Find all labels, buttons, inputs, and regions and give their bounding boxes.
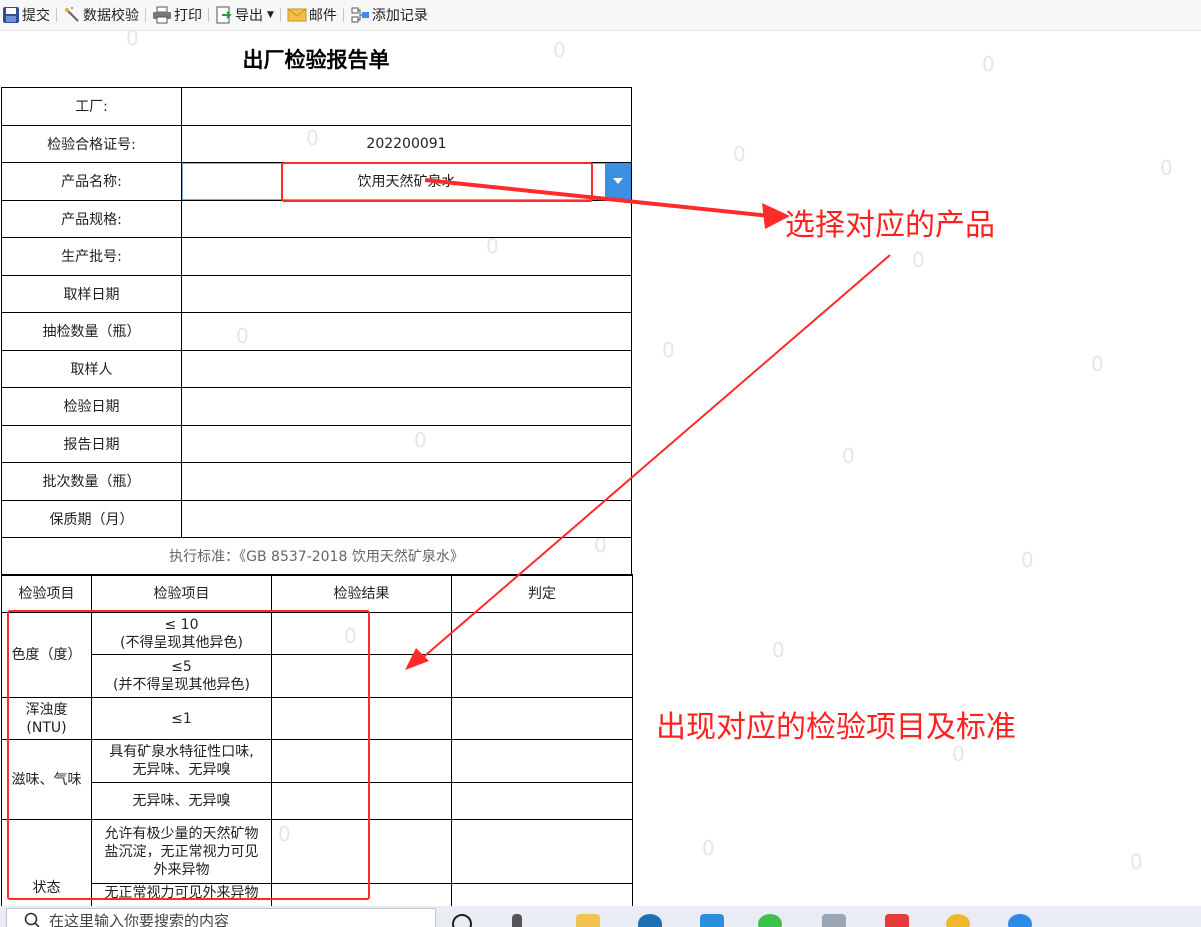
arrow-to-inspection-items (419, 254, 891, 661)
store-icon[interactable] (700, 914, 724, 927)
search-icon (24, 912, 40, 927)
wps-icon[interactable] (885, 914, 909, 927)
arrow-head-icon (405, 648, 429, 670)
annotation-select-product: 选择对应的产品 (785, 208, 995, 243)
wechat-icon[interactable] (758, 914, 782, 927)
taskbar: 在这里输入你要搜索的内容 (0, 906, 1201, 927)
task-view-icon[interactable] (452, 914, 472, 927)
app-icon[interactable] (822, 914, 846, 927)
widgets-icon[interactable] (512, 914, 522, 927)
edge-icon[interactable] (638, 914, 662, 927)
app-icon[interactable] (946, 914, 970, 927)
annotation-show-items: 出现对应的检验项目及标准 (656, 710, 1016, 745)
browser-icon[interactable] (1008, 914, 1032, 927)
annotation-arrows (405, 178, 891, 670)
arrow-to-select-label (424, 178, 771, 218)
taskbar-search[interactable]: 在这里输入你要搜索的内容 (6, 908, 436, 927)
taskbar-search-placeholder: 在这里输入你要搜索的内容 (49, 911, 230, 927)
file-explorer-icon[interactable] (576, 914, 600, 927)
